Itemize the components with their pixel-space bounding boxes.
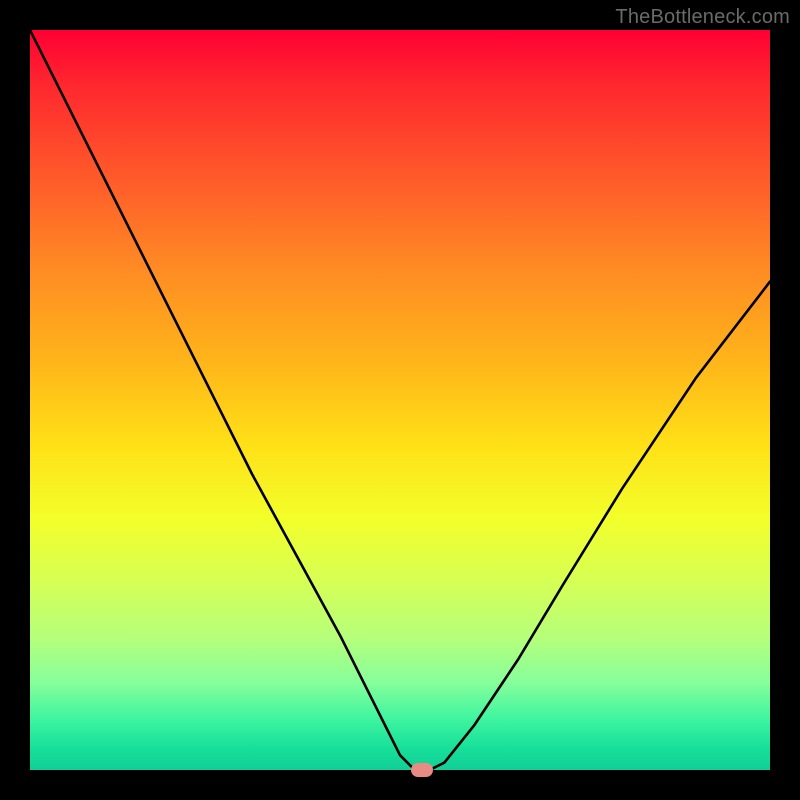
source-watermark: TheBottleneck.com	[615, 6, 790, 29]
bottleneck-curve	[30, 30, 770, 770]
chart-frame: TheBottleneck.com	[0, 0, 800, 800]
optimal-point-marker	[411, 763, 433, 777]
plot-area	[30, 30, 770, 770]
